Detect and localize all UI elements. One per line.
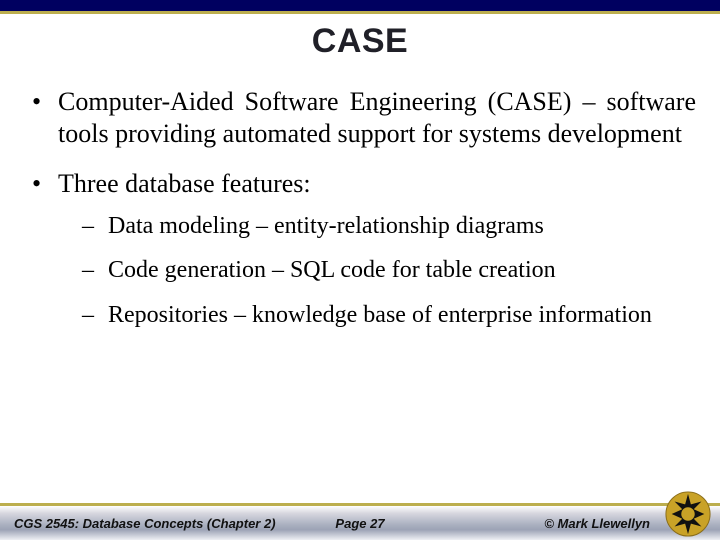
slide-body: Computer-Aided Software Engineering (CAS… xyxy=(24,86,696,349)
top-band xyxy=(0,0,720,11)
slide-title: CASE xyxy=(0,22,720,61)
bullet-item: Computer-Aided Software Engineering (CAS… xyxy=(24,86,696,150)
sub-bullet-item: Repositories – knowledge base of enterpr… xyxy=(58,300,696,331)
bullet-item: Three database features: Data modeling –… xyxy=(24,168,696,330)
footer-course: CGS 2545: Database Concepts (Chapter 2) xyxy=(14,516,276,531)
top-rule xyxy=(0,11,720,14)
footer-bar: CGS 2545: Database Concepts (Chapter 2) … xyxy=(0,506,720,540)
sub-bullet-item: Code generation – SQL code for table cre… xyxy=(58,255,696,286)
footer-copyright: © Mark Llewellyn xyxy=(544,516,650,531)
footer-page: Page 27 xyxy=(335,516,384,531)
bullet-list: Computer-Aided Software Engineering (CAS… xyxy=(24,86,696,331)
bullet-text: Three database features: xyxy=(58,169,311,198)
sub-bullet-list: Data modeling – entity-relationship diag… xyxy=(58,211,696,331)
sub-bullet-item: Data modeling – entity-relationship diag… xyxy=(58,211,696,242)
ucf-logo-icon xyxy=(664,490,712,538)
